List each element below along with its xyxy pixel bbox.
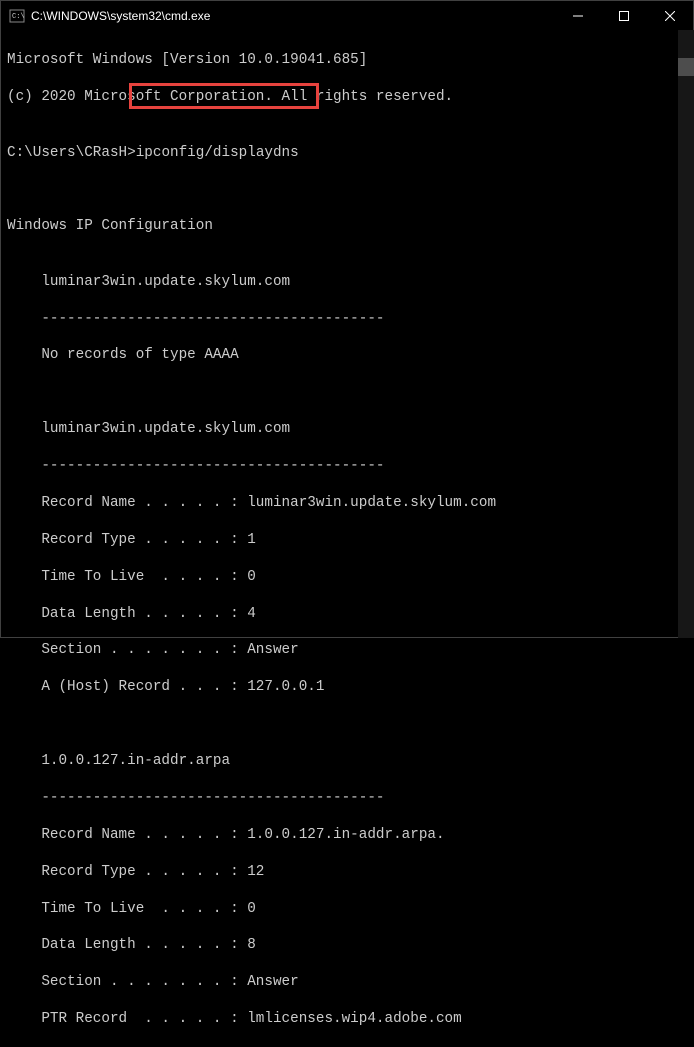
ttl-line: Time To Live . . . . : 0 <box>7 900 687 918</box>
terminal-output[interactable]: Microsoft Windows [Version 10.0.19041.68… <box>1 31 693 637</box>
window-title: C:\WINDOWS\system32\cmd.exe <box>31 9 555 23</box>
ptr-record-line: PTR Record . . . . . : lmlicenses.wip4.a… <box>7 1010 687 1028</box>
window-titlebar: C:\ C:\WINDOWS\system32\cmd.exe <box>1 1 693 31</box>
ip-config-header: Windows IP Configuration <box>7 217 687 235</box>
dns-entry-name: 1.0.0.127.in-addr.arpa <box>7 752 687 770</box>
record-type-line: Record Type . . . . . : 1 <box>7 531 687 549</box>
no-records-line: No records of type AAAA <box>7 346 687 364</box>
svg-text:C:\: C:\ <box>12 13 25 21</box>
cmd-icon: C:\ <box>9 8 25 24</box>
scrollbar-track[interactable] <box>678 30 694 638</box>
separator-line: ---------------------------------------- <box>7 457 687 475</box>
command-text: ipconfig/displaydns <box>136 145 299 161</box>
scrollbar-thumb[interactable] <box>678 58 694 76</box>
data-length-line: Data Length . . . . . : 8 <box>7 936 687 954</box>
record-name-line: Record Name . . . . . : luminar3win.upda… <box>7 494 687 512</box>
a-record-line: A (Host) Record . . . : 127.0.0.1 <box>7 678 687 696</box>
section-line: Section . . . . . . . : Answer <box>7 973 687 991</box>
minimize-button[interactable] <box>555 1 601 31</box>
window-controls <box>555 1 693 31</box>
separator-line: ---------------------------------------- <box>7 789 687 807</box>
close-button[interactable] <box>647 1 693 31</box>
copyright-line: (c) 2020 Microsoft Corporation. All righ… <box>7 88 687 106</box>
version-line: Microsoft Windows [Version 10.0.19041.68… <box>7 51 687 69</box>
record-type-line: Record Type . . . . . : 12 <box>7 863 687 881</box>
command-highlight <box>129 83 319 109</box>
data-length-line: Data Length . . . . . : 4 <box>7 605 687 623</box>
section-line: Section . . . . . . . : Answer <box>7 641 687 659</box>
prompt-text: C:\Users\CRasH> <box>7 145 136 161</box>
separator-line: ---------------------------------------- <box>7 310 687 328</box>
dns-entry-name: luminar3win.update.skylum.com <box>7 273 687 291</box>
dns-entry-name: luminar3win.update.skylum.com <box>7 420 687 438</box>
record-name-line: Record Name . . . . . : 1.0.0.127.in-add… <box>7 826 687 844</box>
maximize-button[interactable] <box>601 1 647 31</box>
prompt-line: C:\Users\CRasH>ipconfig/displaydns <box>7 144 687 162</box>
ttl-line: Time To Live . . . . : 0 <box>7 568 687 586</box>
